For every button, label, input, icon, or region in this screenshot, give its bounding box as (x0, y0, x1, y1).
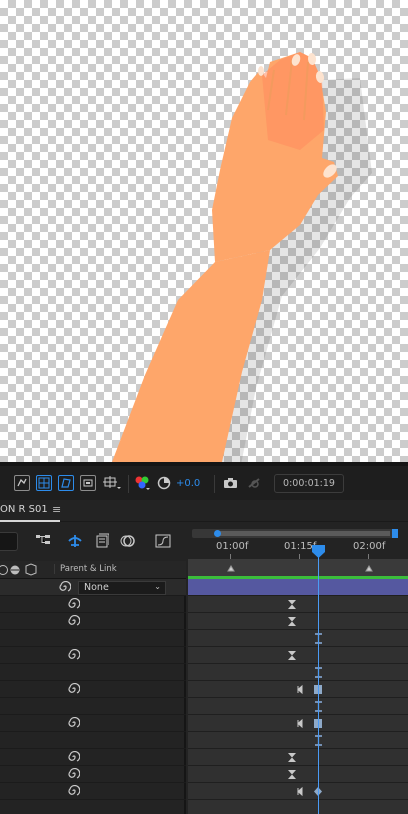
property-row[interactable] (0, 766, 186, 783)
property-row[interactable] (0, 613, 186, 630)
pick-whip-icon[interactable] (67, 784, 81, 798)
pick-whip-icon[interactable] (67, 716, 81, 730)
property-row[interactable] (0, 749, 186, 766)
ruler-label: 01:00f (216, 541, 249, 552)
parent-dropdown[interactable]: None ⌄ (78, 581, 166, 595)
keyframe-track[interactable] (188, 664, 408, 681)
frame-blending-icon[interactable] (94, 533, 110, 549)
navigator-start-handle[interactable] (214, 530, 221, 537)
property-row[interactable] (0, 800, 186, 814)
keyframe-track[interactable] (188, 647, 408, 664)
layer-panel: Parent & Link None ⌄ (0, 561, 186, 814)
keyframe-track[interactable] (188, 596, 408, 613)
property-row[interactable] (0, 681, 186, 698)
property-row[interactable] (0, 698, 186, 715)
current-time-indicator[interactable] (318, 547, 319, 814)
pick-whip-icon[interactable] (67, 597, 81, 611)
layer-column-header: Parent & Link (0, 561, 186, 579)
chevron-down-icon: ⌄ (154, 582, 161, 591)
composition-viewer[interactable] (0, 0, 408, 462)
keyframe-track[interactable] (188, 766, 408, 783)
parent-link-column-label: Parent & Link (54, 564, 117, 574)
switches-icon (0, 563, 37, 576)
mask-path-icon[interactable] (58, 475, 74, 491)
draft-3d-icon[interactable] (66, 533, 84, 549)
exposure-value[interactable]: +0.0 (176, 478, 200, 489)
layer-duration-bar[interactable] (188, 579, 408, 596)
current-time-display[interactable]: 0:00:01:19 (274, 474, 344, 493)
color-channels-icon[interactable] (134, 475, 150, 491)
timeline-controls (0, 523, 186, 561)
property-row[interactable] (0, 664, 186, 681)
3d-view-icon[interactable] (80, 475, 96, 491)
composition-tab[interactable]: ON R S01 (0, 504, 48, 515)
work-area-bar[interactable] (188, 560, 408, 577)
composition-flowchart-icon[interactable] (34, 533, 52, 549)
property-row[interactable] (0, 783, 186, 800)
pick-whip-icon[interactable] (67, 767, 81, 781)
keyframe-track[interactable] (188, 630, 408, 647)
reset-exposure-icon[interactable] (156, 475, 172, 491)
keyframe-track[interactable] (188, 732, 408, 749)
viewer-toolbar: +0.0 0:00:01:19 (0, 462, 408, 500)
timeline-tab-bar: ON R S01 ≡ (0, 500, 408, 522)
snapshot-icon[interactable] (222, 475, 238, 491)
layer-row[interactable]: None ⌄ (0, 579, 186, 596)
navigator-end-handle[interactable] (392, 529, 398, 538)
property-row[interactable] (0, 715, 186, 732)
time-navigator[interactable] (192, 529, 398, 538)
pick-whip-icon[interactable] (67, 750, 81, 764)
keyframe-track[interactable] (188, 715, 408, 732)
guides-icon[interactable] (102, 475, 122, 491)
layer-search-input[interactable] (0, 532, 18, 551)
region-of-interest-icon[interactable] (14, 475, 30, 491)
pick-whip-icon[interactable] (67, 648, 81, 662)
arm-artwork (112, 52, 372, 462)
graph-editor-icon[interactable] (154, 533, 172, 549)
ruler-label: 02:00f (353, 541, 386, 552)
property-row[interactable] (0, 647, 186, 664)
keyframe-track[interactable] (188, 613, 408, 630)
property-row[interactable] (0, 732, 186, 749)
keyframe-track[interactable] (188, 698, 408, 715)
timeline-graph[interactable]: 01:00f 01:15f 02:00f (188, 523, 408, 814)
transparency-grid-icon[interactable] (36, 475, 52, 491)
property-row[interactable] (0, 630, 186, 647)
keyframe-track[interactable] (188, 800, 408, 814)
pick-whip-icon[interactable] (58, 580, 72, 594)
keyframe-track[interactable] (188, 749, 408, 766)
keyframe-track[interactable] (188, 681, 408, 698)
show-snapshot-icon[interactable] (244, 475, 262, 491)
pick-whip-icon[interactable] (67, 614, 81, 628)
motion-blur-icon[interactable] (120, 533, 136, 549)
hamburger-menu-icon[interactable]: ≡ (52, 503, 61, 516)
playhead-handle[interactable] (312, 545, 325, 558)
keyframe-track[interactable] (188, 783, 408, 800)
pick-whip-icon[interactable] (67, 682, 81, 696)
property-row[interactable] (0, 596, 186, 613)
